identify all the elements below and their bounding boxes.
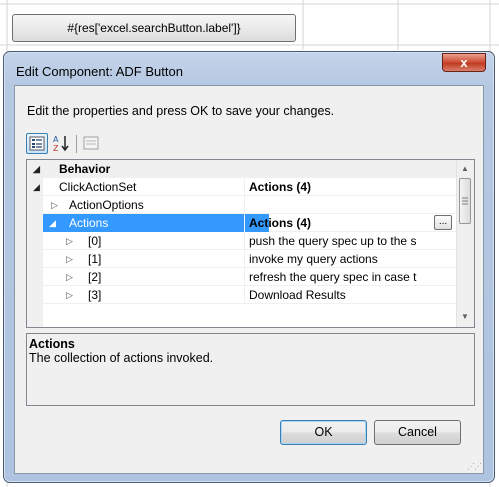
categorized-icon [29, 136, 45, 151]
property-pages-button[interactable] [81, 133, 103, 154]
resize-grip-icon[interactable]: ⋰⋰ [467, 462, 482, 471]
property-row-actionoptions[interactable]: ▷ ActionOptions [43, 196, 456, 214]
collapse-icon[interactable]: ◢ [33, 178, 40, 196]
help-panel: Actions The collection of actions invoke… [26, 333, 475, 406]
grid-scrollbar[interactable]: ▲ ▼ [456, 160, 474, 327]
collapse-icon[interactable]: ◢ [33, 160, 40, 178]
dialog-client-area: Edit the properties and press OK to save… [14, 85, 484, 474]
alphabetical-sort-icon: A Z [53, 135, 69, 153]
category-row-behavior[interactable]: ◢ Behavior [33, 160, 456, 178]
property-value: refresh the query spec in case t [244, 268, 456, 286]
property-value: invoke my query actions [244, 250, 456, 268]
close-icon: x [460, 55, 468, 70]
property-grid: ◢ Behavior ◢ ClickActionSet Actions (4) … [26, 159, 475, 328]
ellipsis-button[interactable]: ... [434, 215, 452, 230]
edit-component-dialog: Edit Component: ADF Button x Edit the pr… [3, 51, 495, 483]
scrollbar-thumb[interactable] [459, 178, 471, 224]
svg-text:Z: Z [53, 144, 59, 153]
property-pages-icon [83, 136, 99, 150]
svg-text:A: A [53, 135, 59, 144]
scroll-up-icon[interactable]: ▲ [461, 164, 469, 173]
alphabetical-button[interactable]: A Z [51, 133, 73, 154]
search-button[interactable]: #{res['excel.searchButton.label']} [12, 14, 296, 42]
property-name: Actions [43, 214, 269, 232]
property-name: Behavior [59, 162, 111, 176]
categorized-button[interactable] [26, 133, 48, 154]
toolbar-separator [76, 135, 77, 153]
collapse-icon[interactable]: ◢ [49, 214, 56, 232]
property-row-action-0[interactable]: ▷ [0] push the query spec up to the s [43, 232, 456, 250]
ok-button[interactable]: OK [280, 420, 367, 445]
property-value: Actions (4) [244, 214, 456, 232]
dialog-title: Edit Component: ADF Button [16, 64, 183, 79]
instruction-text: Edit the properties and press OK to save… [27, 104, 335, 118]
help-title: Actions [29, 337, 75, 351]
property-value: push the query spec up to the s [244, 232, 456, 250]
property-value [244, 196, 456, 214]
property-row-action-1[interactable]: ▷ [1] invoke my query actions [43, 250, 456, 268]
scroll-down-icon[interactable]: ▼ [461, 312, 469, 321]
property-value: Download Results [244, 286, 456, 304]
property-row-actions[interactable]: Actions ◢ Actions (4) ... [43, 214, 456, 232]
grip-icon [462, 197, 468, 205]
property-row-action-2[interactable]: ▷ [2] refresh the query spec in case t [43, 268, 456, 286]
property-name: ActionOptions [69, 198, 144, 212]
property-value: Actions (4) [244, 178, 456, 196]
cancel-button[interactable]: Cancel [374, 420, 461, 445]
property-row-clickactionset[interactable]: ◢ ClickActionSet Actions (4) [33, 178, 456, 196]
close-button[interactable]: x [442, 53, 486, 72]
property-row-action-3[interactable]: ▷ [3] Download Results [43, 286, 456, 304]
property-name: ClickActionSet [59, 180, 137, 194]
help-description: The collection of actions invoked. [29, 351, 214, 365]
